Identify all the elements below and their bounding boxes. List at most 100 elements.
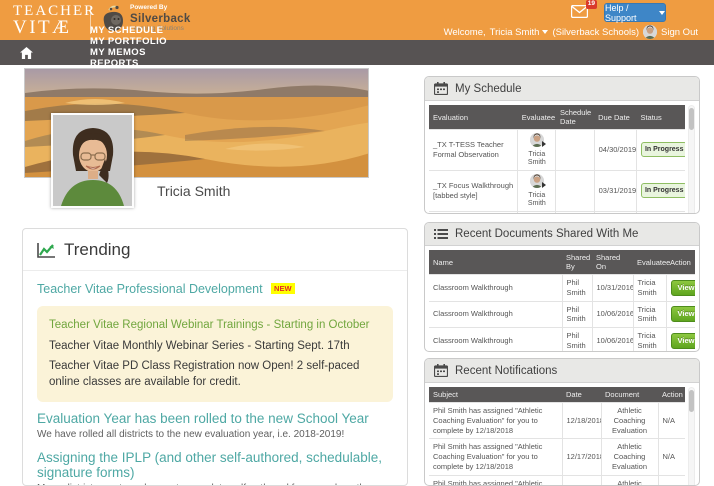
recent-notifications-header: Recent Notifications [425,359,699,383]
shared-by-cell: Phil Smith [562,275,592,302]
list-icon [434,228,448,240]
view-button[interactable]: View [671,333,696,349]
help-support-button[interactable]: Help / Support [604,3,666,22]
featured-article-link[interactable]: Teacher Vitae Professional Development [37,282,263,296]
subject-cell: Phil Smith has assigned "Athletic Coachi… [429,403,562,439]
notification-row: Phil Smith has assigned "Athletic Coachi… [429,475,685,486]
user-menu[interactable]: Tricia Smith [490,27,549,38]
play-arrow-icon [542,182,546,188]
avatar-icon [643,25,657,39]
date-cell: 12/17/2018 [562,439,601,475]
evaluatee-cell: Tricia Smith [518,170,556,211]
schedule-row: _TX Focus Walkthrough [tabbed style]Tric… [429,170,685,211]
document-row: Classroom WalkthroughPhil Smith10/06/201… [429,301,695,328]
schedule-scrollbar[interactable] [688,105,695,214]
column-header: Action [658,387,685,403]
view-button[interactable]: View [671,280,696,296]
user-name: Tricia Smith [490,27,540,38]
help-support-label: Help / Support [605,3,656,23]
evaluation-cell: Athletic Coaching Evaluation [429,211,518,214]
notifications-scrollbar[interactable] [688,387,695,486]
document-name-cell: Classroom Walkthrough [429,275,562,302]
sign-out-link[interactable]: Sign Out [661,27,698,38]
view-button[interactable]: View [671,306,696,322]
portrait-image [53,115,132,206]
highlight-item: Teacher Vitae PD Class Registration now … [49,359,381,390]
my-schedule-title: My Schedule [455,83,521,95]
table-header-row: NameShared ByShared OnEvaluateeAction [429,250,695,275]
recent-documents-title: Recent Documents Shared With Me [455,228,638,240]
due-date-cell: 03/31/2019 [594,170,636,211]
calendar-icon [434,364,448,377]
article-body: Many districts want employees to complet… [37,482,393,486]
main-nav: MY SCHEDULEMY PORTFOLIOMY MEMOSREPORTSMo… [0,40,714,65]
column-header: Shared On [592,250,633,275]
article-title[interactable]: Assigning the IPLP (and other self-autho… [37,450,393,480]
powered-by-label: Powered By [130,5,191,12]
document-name-cell: Classroom Walkthrough [429,301,562,328]
status-badge: In Progress [641,183,685,198]
evaluatee-cell [518,211,556,214]
recent-notifications-panel: Recent Notifications SubjectDateDocument… [424,358,700,486]
nav-item-my-portfolio[interactable]: MY PORTFOLIO [90,36,167,47]
highlight-item: Teacher Vitae Monthly Webinar Series - S… [49,339,381,355]
table-header-row: SubjectDateDocumentAction [429,387,685,403]
action-cell: N/A [658,475,685,486]
nav-item-my-schedule[interactable]: MY SCHEDULE [90,25,167,36]
evaluatee-name: Tricia Smith [522,151,551,167]
status-cell: In Progress [636,130,685,171]
column-header: Subject [429,387,562,403]
documents-table: NameShared ByShared OnEvaluateeActionCla… [429,250,695,352]
highlight-box: Teacher Vitae Regional Webinar Trainings… [37,306,393,402]
column-header: Evaluatee [633,250,666,275]
trending-header: Trending [37,240,393,260]
new-badge: NEW [271,283,295,294]
highlight-item[interactable]: Teacher Vitae Regional Webinar Trainings… [49,318,381,334]
schedule-date-cell [556,130,594,171]
notifications-table: SubjectDateDocumentActionPhil Smith has … [429,387,685,486]
column-header: Document [601,387,658,403]
trending-title: Trending [64,240,130,260]
recent-documents-panel: Recent Documents Shared With Me NameShar… [424,222,700,352]
document-cell: Athletic Coaching Evaluation [601,403,658,439]
action-cell: View [666,275,695,302]
article-title[interactable]: Evaluation Year has been rolled to the n… [37,411,393,426]
mail-badge: 19 [586,0,597,9]
document-cell: Athletic Coaching Evaluation [601,475,658,486]
nav-item-my-memos[interactable]: MY MEMOS [90,47,167,58]
column-header: Action [666,250,695,275]
user-avatar [643,25,657,39]
shared-on-cell: 10/06/2016 [592,301,633,328]
evaluatee-cell: Tricia Smith [633,301,666,328]
column-header: Date [562,387,601,403]
evaluatee-cell: Tricia Smith [633,275,666,302]
notification-row: Phil Smith has assigned "Athletic Coachi… [429,403,685,439]
calendar-icon [434,82,448,95]
home-icon[interactable] [20,47,33,59]
evaluatee-avatar [530,174,544,188]
chevron-down-icon [542,30,548,34]
status-cell: In Progress [636,170,685,211]
column-header: Name [429,250,562,275]
evaluatee-cell: Tricia Smith [518,130,556,171]
profile-name: Tricia Smith [157,183,230,199]
org-label: (Silverback Schools) [552,27,639,38]
action-cell: N/A [658,439,685,475]
trending-panel: Trending Teacher Vitae Professional Deve… [22,228,408,486]
my-schedule-panel: My Schedule EvaluationEvaluateeSchedule … [424,76,700,214]
shared-on-cell: 10/31/2016 [592,275,633,302]
mail-icon[interactable]: 19 [571,5,588,18]
column-header: Status [636,105,685,130]
schedule-row: _TX T-TESS Teacher Formal ObservationTri… [429,130,685,171]
evaluation-cell: _TX Focus Walkthrough [tabbed style] [429,170,518,211]
brand-name: Silverback [130,14,191,26]
due-date-cell: 04/30/2019 [594,130,636,171]
status-badge: In Progress [641,142,685,157]
chevron-down-icon [659,11,665,15]
document-row: Classroom WalkthroughPhil Smith10/31/201… [429,275,695,302]
action-cell: View [666,328,695,353]
welcome-bar: Welcome, Tricia Smith (Silverback School… [444,25,698,39]
schedule-row: Athletic Coaching Evaluation12/18/2018No… [429,211,685,214]
article: Assigning the IPLP (and other self-autho… [37,450,393,486]
schedule-date-cell [556,211,594,214]
